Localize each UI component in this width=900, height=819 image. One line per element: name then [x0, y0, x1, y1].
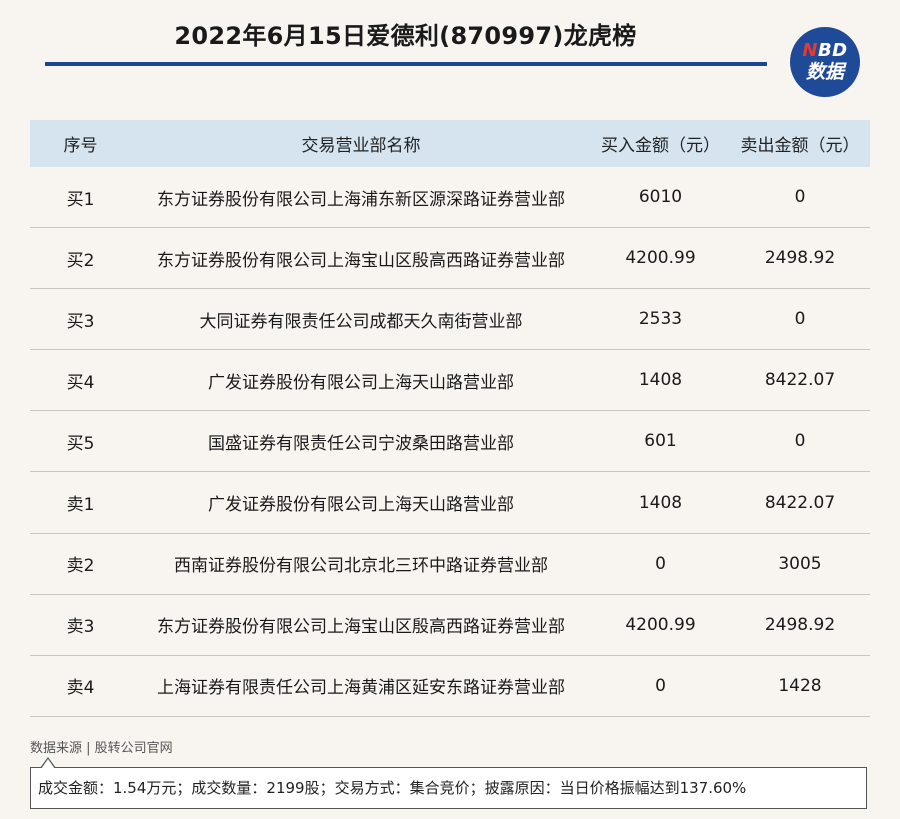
row-buy: 0: [655, 553, 666, 574]
header-sell: 卖出金额（元）: [740, 136, 860, 156]
row-sell: 2498.92: [764, 614, 836, 635]
page-title: 2022年6月15日爱德利(870997)龙虎榜: [174, 22, 637, 50]
logo-wordmark: NBD: [802, 41, 847, 61]
row-sell: 3005: [778, 553, 822, 574]
row-branch: 上海证券有限责任公司上海黄浦区延安东路证券营业部: [157, 678, 565, 699]
row-buy: 2533: [638, 309, 683, 330]
header-seq: 序号: [63, 136, 98, 156]
row-sell: 2498.92: [764, 248, 836, 269]
title-underline: [45, 62, 767, 66]
row-branch: 广发证券股份有限公司上海天山路营业部: [208, 495, 514, 516]
row-branch: 西南证券股份有限公司北京北三环中路证券营业部: [174, 556, 548, 577]
row-branch: 东方证券股份有限公司上海宝山区殷高西路证券营业部: [157, 617, 565, 638]
table-row: 卖1 广发证券股份有限公司上海天山路营业部 1408 8422.07: [30, 472, 870, 534]
row-seq: 卖2: [66, 556, 95, 577]
table-body: 买1 东方证券股份有限公司上海浦东新区源深路证券营业部 6010 0 买2 东方证券股份有…: [30, 167, 870, 717]
row-sell: 1428: [778, 675, 822, 696]
table-row: 卖2 西南证券股份有限公司北京北三环中路证券营业部 0 3005: [30, 534, 870, 595]
row-branch: 国盛证券有限责任公司宁波桑田路营业部: [208, 433, 514, 454]
logo-subtitle: 数据: [805, 61, 844, 83]
table-row: 卖3 东方证券股份有限公司上海宝山区殷高西路证券营业部 4200.99 2498.92: [30, 595, 870, 656]
row-sell: 8422.07: [764, 370, 836, 391]
row-seq: 卖3: [66, 617, 95, 638]
note-pointer-fill: [41, 759, 55, 769]
table-row: 卖4 上海证券有限责任公司上海黄浦区延安东路证券营业部 0 1428: [30, 656, 870, 717]
row-branch: 广发证券股份有限公司上海天山路营业部: [208, 372, 514, 393]
table-header: 序号 交易营业部名称 买入金额（元） 卖出金额（元）: [30, 120, 870, 167]
row-seq: 卖1: [66, 495, 95, 516]
row-buy: 0: [655, 675, 666, 696]
row-buy: 1408: [638, 492, 683, 513]
row-seq: 买5: [66, 433, 95, 454]
row-sell: 0: [794, 187, 806, 208]
table-row: 买2 东方证券股份有限公司上海宝山区殷高西路证券营业部 4200.99 2498.92: [30, 228, 870, 290]
table-row: 买4 广发证券股份有限公司上海天山路营业部 1408 8422.07: [30, 350, 870, 412]
row-sell: 0: [794, 309, 806, 330]
row-buy: 4200.99: [625, 614, 696, 635]
row-branch: 大同证券有限责任公司成都天久南街营业部: [199, 311, 523, 332]
row-seq: 买4: [66, 372, 95, 393]
row-seq: 卖4: [66, 678, 95, 699]
data-source: 数据来源 | 股转公司官网: [30, 741, 173, 756]
row-buy: 1408: [638, 370, 683, 391]
header-branch: 交易营业部名称: [301, 136, 421, 156]
table-row: 买3 大同证券有限责任公司成都天久南街营业部 2533 0: [30, 289, 870, 351]
row-seq: 买3: [66, 311, 95, 332]
row-sell: 0: [794, 431, 806, 452]
logo-bd: BD: [817, 40, 848, 61]
dragon-tiger-table: 序号 交易营业部名称 买入金额（元） 卖出金额（元） 买1 东方证券股份有限公司上…: [30, 120, 870, 717]
nbd-logo: NBD 数据: [790, 27, 860, 97]
row-branch: 东方证券股份有限公司上海宝山区殷高西路证券营业部: [157, 250, 565, 271]
row-buy: 4200.99: [625, 248, 696, 269]
header-buy: 买入金额（元）: [601, 136, 720, 156]
row-branch: 东方证券股份有限公司上海浦东新区源深路证券营业部: [157, 189, 565, 210]
row-seq: 买2: [66, 250, 95, 271]
row-buy: 6010: [638, 187, 683, 208]
row-buy: 601: [644, 431, 677, 452]
row-seq: 买1: [66, 189, 95, 210]
trade-note: 成交金额：1.54万元；成交数量：2199股；交易方式：集合竞价；披露原因：当日…: [30, 767, 867, 809]
logo-n: N: [802, 40, 818, 61]
table-row: 买1 东方证券股份有限公司上海浦东新区源深路证券营业部 6010 0: [30, 167, 870, 229]
table-row: 买5 国盛证券有限责任公司宁波桑田路营业部 601 0: [30, 411, 870, 473]
row-sell: 8422.07: [764, 492, 836, 513]
